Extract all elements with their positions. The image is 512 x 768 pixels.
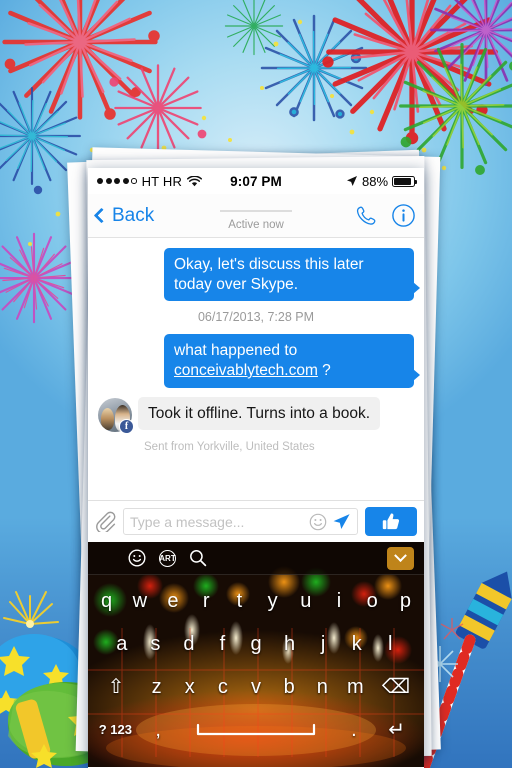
- key-y[interactable]: y: [256, 579, 289, 622]
- hamburger-menu-icon[interactable]: [98, 552, 115, 565]
- status-bar: HT HR 9:07 PM 88%: [88, 168, 424, 194]
- space-bar-icon: [196, 723, 316, 735]
- battery-icon: [392, 175, 418, 187]
- keyboard-row-3: ⇧ z x c v b n m ⌫: [90, 665, 422, 708]
- keyboard-toolbar: ART: [88, 542, 424, 575]
- backspace-key[interactable]: ⌫: [372, 665, 420, 708]
- keyboard-row-1: q w e r t y u i o p: [90, 579, 422, 622]
- key-w[interactable]: w: [123, 579, 156, 622]
- key-u[interactable]: u: [289, 579, 322, 622]
- chevron-left-icon: [93, 207, 110, 224]
- key-t[interactable]: t: [223, 579, 256, 622]
- key-h[interactable]: h: [273, 622, 307, 665]
- thread-status-label: Active now: [228, 219, 284, 231]
- send-arrow-icon[interactable]: [332, 512, 351, 531]
- key-b[interactable]: b: [273, 665, 306, 708]
- carrier-label: HT HR: [141, 173, 183, 189]
- key-c[interactable]: c: [206, 665, 239, 708]
- phone-screenshot-card: HT HR 9:07 PM 88% Back Active now Okay, …: [88, 168, 424, 768]
- message-timestamp: 06/17/2013, 7:28 PM: [197, 310, 315, 325]
- message-bubble[interactable]: Took it offline. Turns into a book.: [138, 396, 381, 431]
- message-row-outgoing: Okay, let's discuss this later today ove…: [98, 248, 420, 302]
- key-k[interactable]: k: [340, 622, 374, 665]
- key-m[interactable]: m: [339, 665, 372, 708]
- key-s[interactable]: s: [139, 622, 173, 665]
- message-location-footer: Sent from Yorkville, United States: [144, 440, 315, 453]
- key-z[interactable]: z: [140, 665, 173, 708]
- message-bubble-with-link[interactable]: what happened to conceivablytech.com ?: [164, 334, 420, 388]
- avatar[interactable]: f: [98, 397, 134, 434]
- message-text-after: ?: [317, 362, 331, 380]
- thumbs-up-button[interactable]: [365, 507, 417, 536]
- key-r[interactable]: r: [190, 579, 223, 622]
- wifi-icon: [187, 175, 203, 187]
- signal-strength-icon: [97, 178, 137, 184]
- key-d[interactable]: d: [172, 622, 206, 665]
- back-button[interactable]: Back: [93, 204, 155, 227]
- chevron-down-icon[interactable]: [387, 546, 414, 570]
- message-link[interactable]: conceivablytech.com: [174, 362, 318, 379]
- message-bubble[interactable]: Okay, let's discuss this later today ove…: [164, 248, 420, 302]
- keyboard-row-2: a s d f g h j k l: [90, 622, 422, 665]
- art-badge-icon[interactable]: ART: [159, 549, 176, 567]
- compose-bar: Type a message...: [88, 500, 424, 542]
- numbers-key[interactable]: ? 123: [90, 708, 141, 751]
- thread-name-label: [220, 198, 292, 212]
- conversation-thread[interactable]: Okay, let's discuss this later today ove…: [88, 238, 424, 500]
- key-l[interactable]: l: [373, 622, 407, 665]
- key-q[interactable]: q: [90, 579, 123, 622]
- key-v[interactable]: v: [239, 665, 272, 708]
- key-e[interactable]: e: [156, 579, 189, 622]
- key-n[interactable]: n: [306, 665, 339, 708]
- battery-percent-label: 88%: [361, 173, 389, 189]
- search-icon[interactable]: [189, 549, 207, 567]
- keyboard-keys[interactable]: q w e r t y u i o p a s d f g h j k l ⇧ …: [88, 575, 424, 753]
- message-row-incoming: f Took it offline. Turns into a book.: [98, 396, 414, 434]
- location-arrow-icon: [346, 175, 358, 187]
- smiley-icon[interactable]: [309, 513, 327, 531]
- key-g[interactable]: g: [239, 622, 273, 665]
- key-a[interactable]: a: [105, 622, 139, 665]
- facebook-badge: f: [119, 418, 134, 434]
- key-j[interactable]: j: [306, 622, 340, 665]
- phone-icon[interactable]: [355, 204, 379, 228]
- message-input-placeholder: Type a message...: [130, 513, 245, 530]
- key-p[interactable]: p: [389, 579, 422, 622]
- paperclip-icon[interactable]: [95, 511, 116, 532]
- message-row-outgoing: what happened to conceivablytech.com ?: [98, 334, 420, 388]
- space-key[interactable]: [176, 708, 337, 751]
- comma-key[interactable]: ,: [141, 708, 176, 751]
- back-label: Back: [112, 204, 155, 226]
- custom-keyboard[interactable]: ART q w e r t y u i o p a s d f g h j k …: [88, 542, 424, 767]
- shift-key[interactable]: ⇧: [92, 665, 140, 708]
- key-i[interactable]: i: [322, 579, 355, 622]
- info-icon[interactable]: [391, 203, 416, 228]
- nav-bar: Back Active now: [88, 194, 424, 238]
- clock-label: 9:07 PM: [230, 173, 282, 189]
- key-o[interactable]: o: [356, 579, 389, 622]
- keyboard-row-4: ? 123 , . ↵: [90, 708, 422, 751]
- key-x[interactable]: x: [173, 665, 206, 708]
- key-f[interactable]: f: [206, 622, 240, 665]
- period-key[interactable]: .: [336, 708, 371, 751]
- return-key[interactable]: ↵: [371, 708, 422, 751]
- thumbs-up-icon: [382, 513, 400, 529]
- message-text-before: what happened to: [174, 342, 298, 360]
- message-input[interactable]: Type a message...: [123, 508, 358, 535]
- smiley-icon[interactable]: [128, 549, 146, 567]
